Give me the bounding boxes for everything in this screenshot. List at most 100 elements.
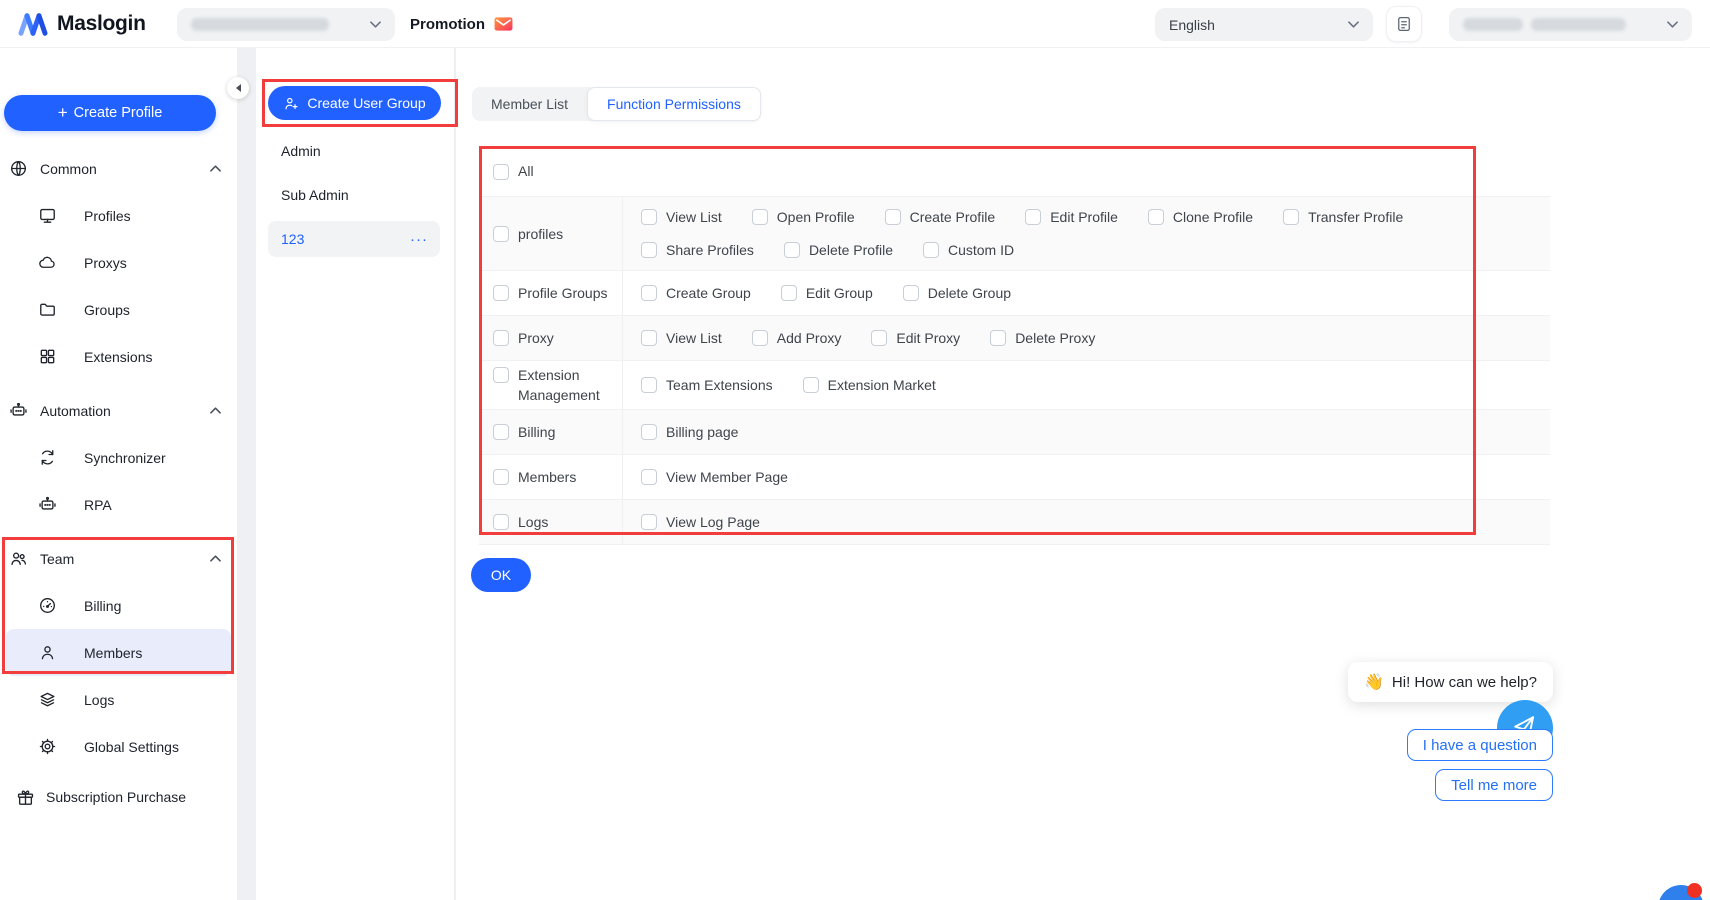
checkbox bbox=[1025, 209, 1041, 225]
chevron-down-icon bbox=[370, 21, 381, 28]
gear-icon bbox=[38, 737, 57, 756]
category-checkbox-profiles[interactable]: profiles bbox=[493, 224, 563, 244]
account-menu[interactable] bbox=[1449, 8, 1692, 41]
workspace-select[interactable] bbox=[177, 8, 395, 41]
category-checkbox-proxy[interactable]: Proxy bbox=[493, 328, 554, 348]
sidebar-item-members[interactable]: Members bbox=[6, 629, 231, 676]
sidebar-item-subscription-purchase[interactable]: Subscription Purchase bbox=[0, 775, 237, 819]
create-profile-button[interactable]: + Create Profile bbox=[4, 95, 216, 131]
checkbox-create-group[interactable]: Create Group bbox=[641, 283, 751, 303]
sidebar-section-team[interactable]: Team bbox=[0, 535, 237, 582]
checkbox bbox=[641, 330, 657, 346]
checkbox bbox=[885, 209, 901, 225]
category-checkbox-profile-groups[interactable]: Profile Groups bbox=[493, 283, 607, 303]
checkbox-view-list[interactable]: View List bbox=[641, 328, 722, 348]
checkbox-clone-profile[interactable]: Clone Profile bbox=[1148, 207, 1253, 227]
user-group-item-admin[interactable]: Admin bbox=[256, 129, 454, 173]
permission-row-profiles: profiles View List Open Profile Create Prof… bbox=[479, 196, 1550, 270]
checkbox-label: View List bbox=[666, 207, 722, 227]
checkbox-add-proxy[interactable]: Add Proxy bbox=[752, 328, 842, 348]
ok-button[interactable]: OK bbox=[471, 558, 531, 592]
checkbox-view-member-page[interactable]: View Member Page bbox=[641, 467, 788, 487]
sidebar-item-label: Subscription Purchase bbox=[46, 789, 186, 805]
checkbox-all[interactable] bbox=[493, 164, 509, 180]
user-group-label: Admin bbox=[281, 143, 321, 159]
notes-button[interactable] bbox=[1386, 6, 1422, 42]
permission-row-profile-groups: Profile Groups Create Group Edit Group Dele… bbox=[479, 270, 1550, 315]
user-group-item-123[interactable]: 123··· bbox=[268, 221, 440, 257]
user-group-panel: Create User Group Admin Sub Admin 123··· bbox=[256, 48, 455, 900]
sidebar-item-logs[interactable]: Logs bbox=[0, 676, 237, 723]
checkbox-extension-market[interactable]: Extension Market bbox=[803, 375, 936, 395]
checkbox-edit-proxy[interactable]: Edit Proxy bbox=[871, 328, 960, 348]
sidebar-item-billing[interactable]: Billing bbox=[0, 582, 237, 629]
checkbox-open-profile[interactable]: Open Profile bbox=[752, 207, 855, 227]
chat-reply-tell-me-more[interactable]: Tell me more bbox=[1435, 769, 1553, 801]
chat-reply-i-have-a-question[interactable]: I have a question bbox=[1407, 729, 1553, 761]
sidebar-item-extensions[interactable]: Extensions bbox=[0, 333, 237, 380]
sidebar-item-groups[interactable]: Groups bbox=[0, 286, 237, 333]
checkbox-view-list[interactable]: View List bbox=[641, 207, 722, 227]
checkbox-label: profiles bbox=[518, 224, 563, 244]
person-plus-icon bbox=[283, 95, 300, 112]
sidebar-item-label: RPA bbox=[84, 497, 112, 513]
checkbox-team-extensions[interactable]: Team Extensions bbox=[641, 375, 773, 395]
language-select[interactable]: English bbox=[1155, 8, 1373, 41]
more-actions-button[interactable]: ··· bbox=[410, 231, 428, 248]
checkbox bbox=[641, 209, 657, 225]
promotion-link[interactable]: Promotion bbox=[410, 0, 513, 48]
chat-quick-replies: I have a question Tell me more bbox=[1407, 729, 1553, 801]
create-user-group-label: Create User Group bbox=[307, 95, 425, 111]
sidebar-item-rpa[interactable]: RPA bbox=[0, 481, 237, 528]
sidebar-section-common[interactable]: Common bbox=[0, 145, 237, 192]
create-user-group-button[interactable]: Create User Group bbox=[268, 86, 441, 120]
category-checkbox-extension-management[interactable]: Extension Management bbox=[493, 365, 614, 405]
sidebar-item-synchronizer[interactable]: Synchronizer bbox=[0, 434, 237, 481]
sidebar-item-profiles[interactable]: Profiles bbox=[0, 192, 237, 239]
select-all-label: All bbox=[518, 161, 534, 181]
monitor-icon bbox=[38, 206, 57, 225]
checkbox-label: Clone Profile bbox=[1173, 207, 1253, 227]
sidebar-collapse-button[interactable] bbox=[227, 77, 249, 99]
category-checkbox-logs[interactable]: Logs bbox=[493, 512, 548, 532]
category-checkbox-billing[interactable]: Billing bbox=[493, 422, 555, 442]
plus-icon: + bbox=[58, 103, 68, 123]
redacted-workspace-name bbox=[191, 18, 329, 31]
checkbox bbox=[493, 330, 509, 346]
sidebar-item-label: Billing bbox=[84, 598, 121, 614]
brand-mark-icon bbox=[18, 12, 48, 36]
checkbox-edit-profile[interactable]: Edit Profile bbox=[1025, 207, 1118, 227]
checkbox-delete-profile[interactable]: Delete Profile bbox=[784, 240, 893, 260]
checkbox-share-profiles[interactable]: Share Profiles bbox=[641, 240, 754, 260]
layers-icon bbox=[38, 690, 57, 709]
category-checkbox-members[interactable]: Members bbox=[493, 467, 576, 487]
checkbox-edit-group[interactable]: Edit Group bbox=[781, 283, 873, 303]
sidebar-section-automation[interactable]: Automation bbox=[0, 387, 237, 434]
checkbox-transfer-profile[interactable]: Transfer Profile bbox=[1283, 207, 1403, 227]
checkbox-delete-group[interactable]: Delete Group bbox=[903, 283, 1011, 303]
language-value: English bbox=[1169, 17, 1215, 33]
checkbox-delete-proxy[interactable]: Delete Proxy bbox=[990, 328, 1095, 348]
permission-category-cell: Profile Groups bbox=[479, 271, 623, 315]
user-group-item-sub-admin[interactable]: Sub Admin bbox=[256, 173, 454, 217]
permission-select-all[interactable]: All bbox=[479, 146, 1550, 196]
checkbox-view-log-page[interactable]: View Log Page bbox=[641, 512, 760, 532]
checkbox-billing-page[interactable]: Billing page bbox=[641, 422, 738, 442]
permissions-tabs: Member List Function Permissions bbox=[472, 87, 761, 121]
checkbox-custom-id[interactable]: Custom ID bbox=[923, 240, 1014, 260]
permission-category-cell: Extension Management bbox=[479, 361, 623, 409]
checkbox-label: Billing bbox=[518, 422, 555, 442]
checkbox-label: Delete Proxy bbox=[1015, 328, 1095, 348]
permission-options-cell: Create Group Edit Group Delete Group bbox=[623, 271, 1550, 315]
sidebar-item-label: Groups bbox=[84, 302, 130, 318]
checkbox-label: Create Group bbox=[666, 283, 751, 303]
tab-member-list[interactable]: Member List bbox=[472, 87, 587, 121]
checkbox-create-profile[interactable]: Create Profile bbox=[885, 207, 996, 227]
sidebar-item-proxys[interactable]: Proxys bbox=[0, 239, 237, 286]
checkbox-label: Create Profile bbox=[910, 207, 996, 227]
document-icon bbox=[1395, 15, 1413, 33]
tab-function-permissions[interactable]: Function Permissions bbox=[587, 87, 761, 121]
checkbox bbox=[781, 285, 797, 301]
sidebar-item-global-settings[interactable]: Global Settings bbox=[0, 723, 237, 770]
permission-row-proxy: Proxy View List Add Proxy Edit Proxy Delete … bbox=[479, 315, 1550, 360]
